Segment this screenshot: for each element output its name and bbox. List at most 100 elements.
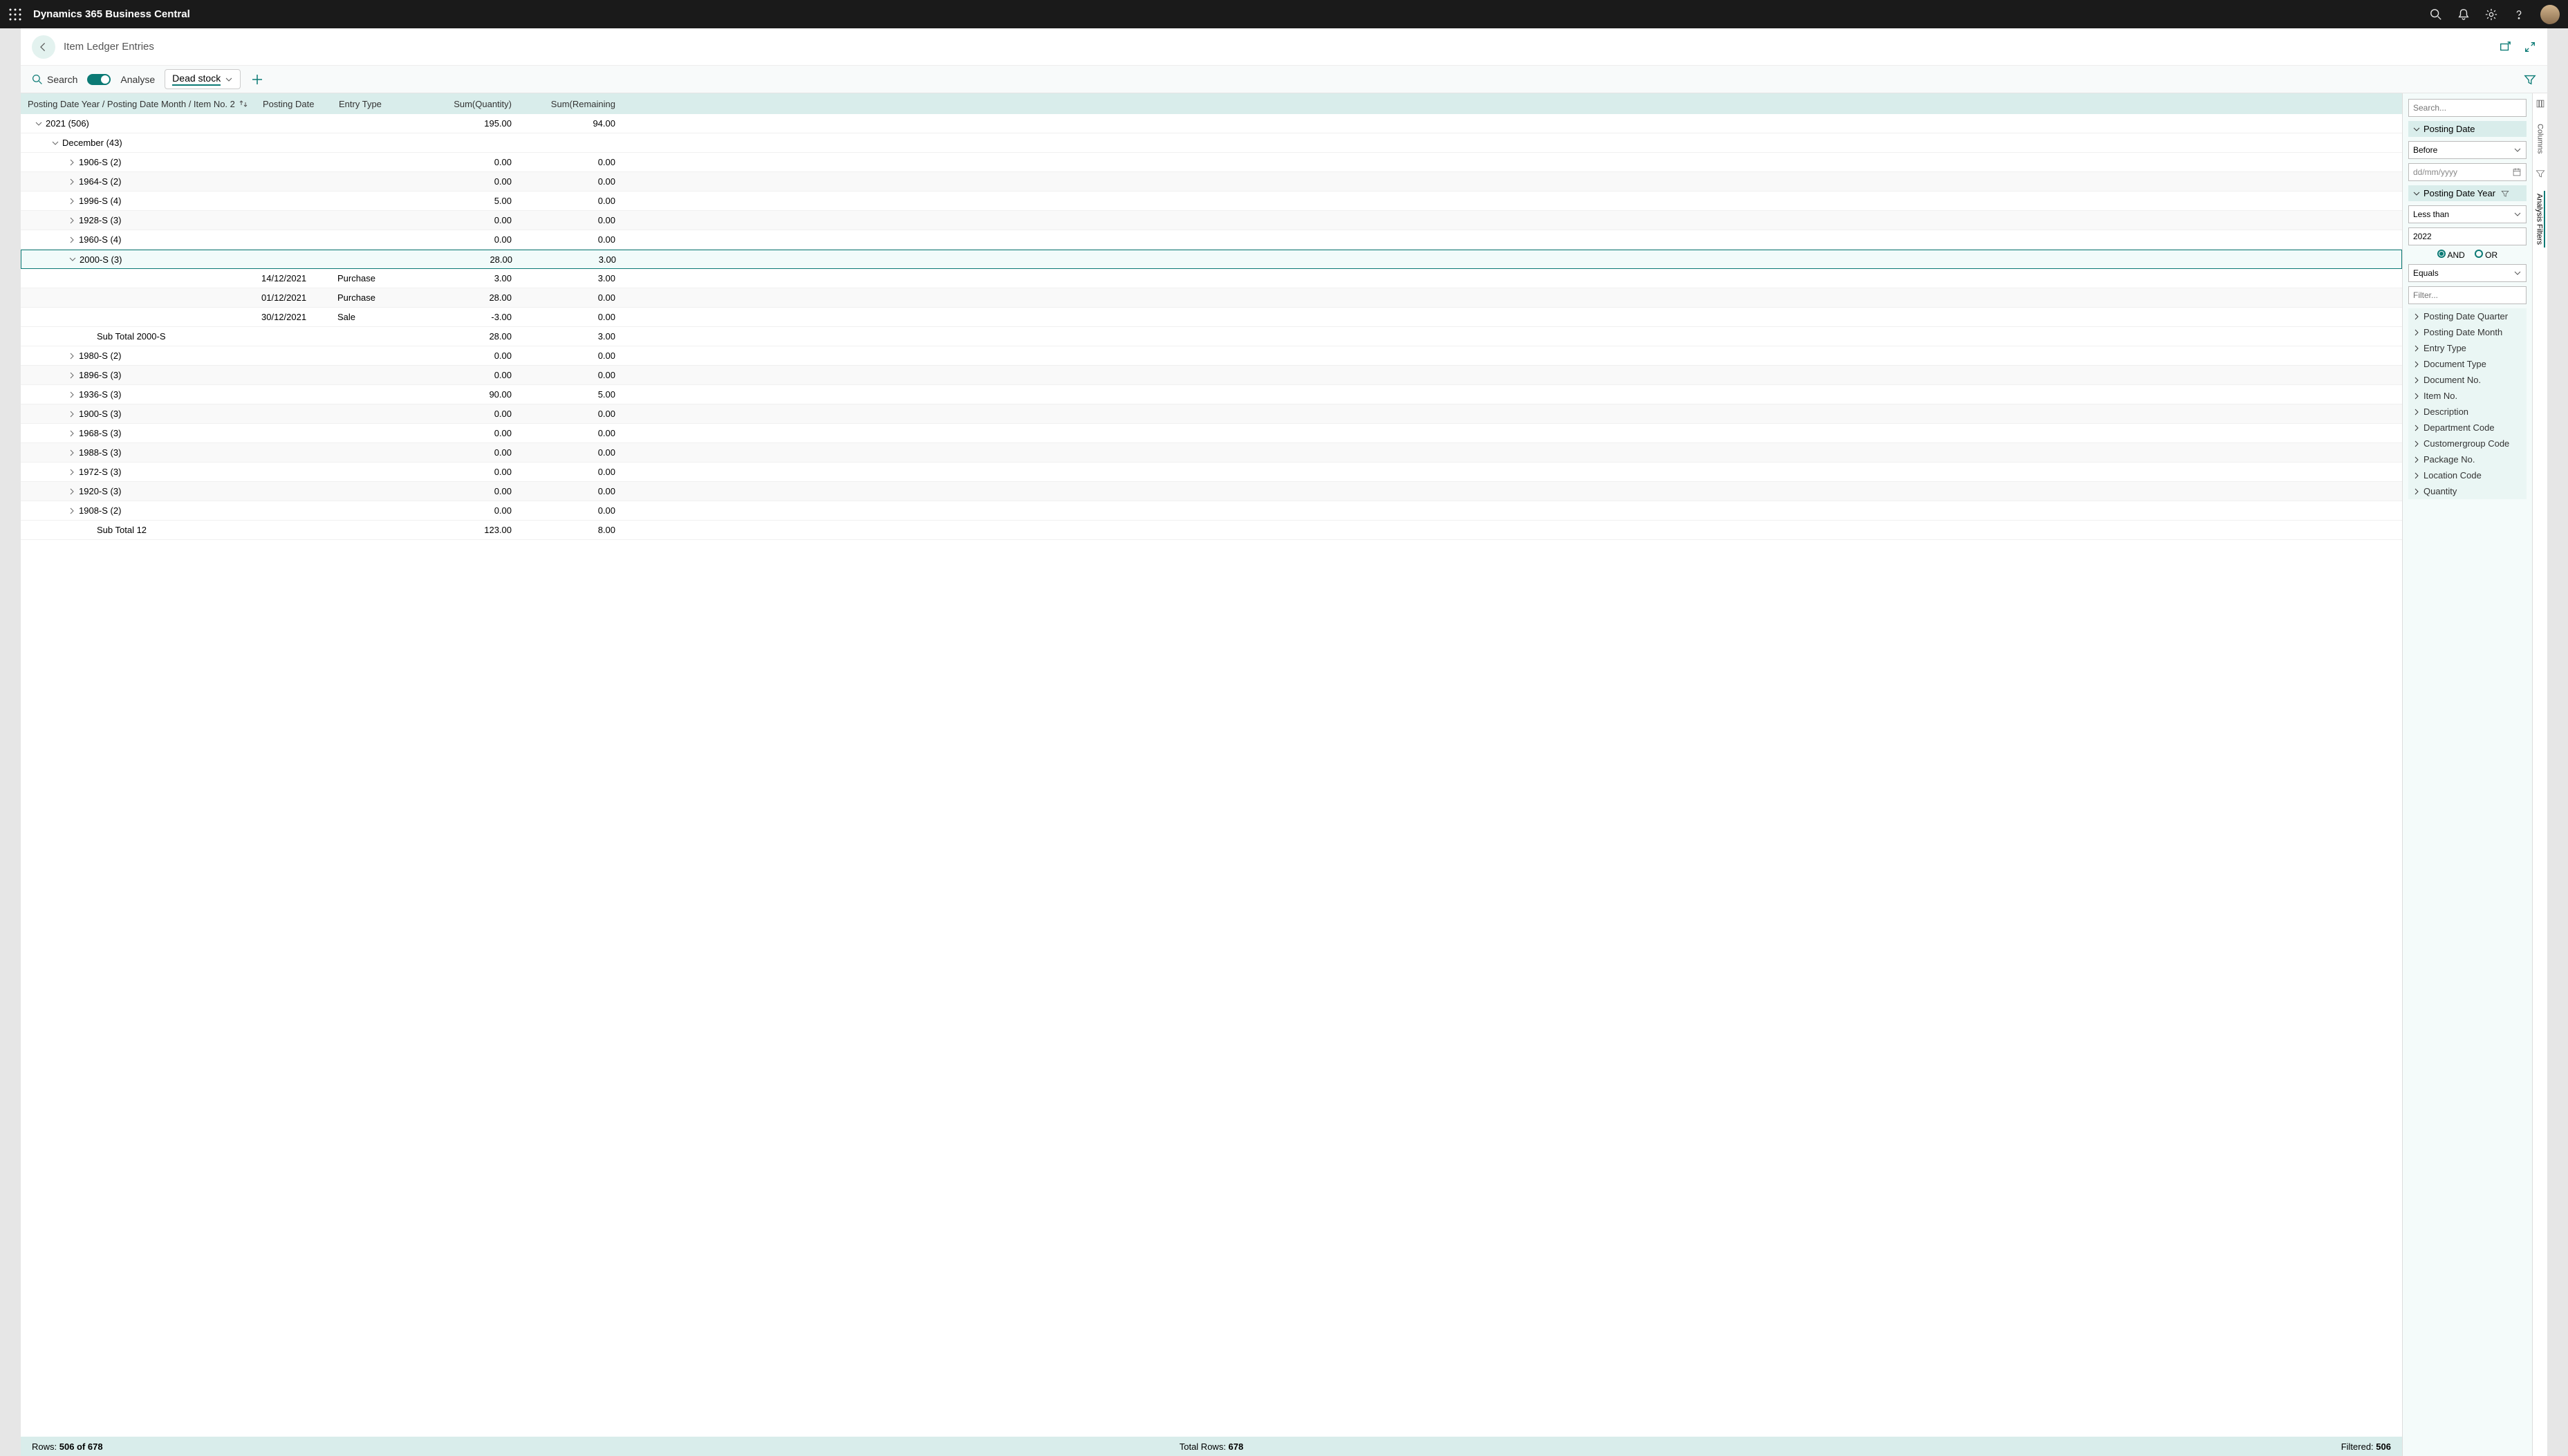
table-row[interactable]: Sub Total 12123.008.00 [21,521,2402,540]
expand-icon[interactable] [68,178,79,186]
status-rows-label: Rows: [32,1441,59,1452]
status-filtered-value: 506 [2376,1441,2391,1452]
help-icon[interactable] [2513,8,2525,21]
filter-section-collapsed[interactable]: Document No. [2408,372,2527,388]
expand-icon[interactable] [68,216,79,225]
filter-section-collapsed[interactable]: Posting Date Quarter [2408,308,2527,324]
filter-section-collapsed[interactable]: Package No. [2408,451,2527,467]
expand-icon[interactable] [68,410,79,418]
table-row[interactable]: 1900-S (3)0.000.00 [21,404,2402,424]
table-row[interactable]: 14/12/2021Purchase3.003.00 [21,269,2402,288]
filter-section-collapsed[interactable]: Customergroup Code [2408,436,2527,451]
table-row[interactable]: 1936-S (3)90.005.00 [21,385,2402,404]
search-icon[interactable] [2430,8,2442,21]
filter-active-icon [2501,189,2509,198]
status-rows-value: 506 of 678 [59,1441,103,1452]
column-header-group[interactable]: Posting Date Year / Posting Date Month /… [21,99,256,109]
table-row[interactable]: 1996-S (4)5.000.00 [21,192,2402,211]
app-title: Dynamics 365 Business Central [33,8,2430,20]
table-row[interactable]: 1908-S (2)0.000.00 [21,501,2402,521]
vtab-analysis-filters[interactable]: Analysis Filters [2536,191,2545,248]
filter-section-collapsed[interactable]: Item No. [2408,388,2527,404]
open-new-window-icon[interactable] [2499,41,2511,53]
collapse-icon[interactable] [2524,41,2536,53]
notifications-icon[interactable] [2457,8,2470,21]
expand-icon[interactable] [68,352,79,360]
search-label: Search [47,74,77,85]
expand-icon[interactable] [68,158,79,167]
table-row[interactable]: 1964-S (2)0.000.00 [21,172,2402,192]
expand-icon[interactable] [68,197,79,205]
status-total-value: 678 [1229,1441,1244,1452]
expand-icon[interactable] [68,236,79,244]
settings-icon[interactable] [2485,8,2497,21]
table-row[interactable]: 30/12/2021Sale-3.000.00 [21,308,2402,327]
add-tab-button[interactable] [250,73,264,86]
sort-icon[interactable] [239,100,248,108]
analyse-toggle[interactable] [87,74,111,85]
table-row[interactable]: 1988-S (3)0.000.00 [21,443,2402,463]
expand-icon[interactable] [68,371,79,380]
column-header-entry-type[interactable]: Entry Type [332,99,415,109]
table-row[interactable]: 2000-S (3)28.003.00 [21,250,2402,269]
expand-icon[interactable] [68,429,79,438]
filter-date-input[interactable]: dd/mm/yyyy [2408,163,2527,181]
table-row[interactable]: December (43) [21,133,2402,153]
table-row[interactable]: 1920-S (3)0.000.00 [21,482,2402,501]
status-total-label: Total Rows: [1180,1441,1229,1452]
table-row[interactable]: 1928-S (3)0.000.00 [21,211,2402,230]
table-row[interactable]: 1980-S (2)0.000.00 [21,346,2402,366]
table-row[interactable]: 1896-S (3)0.000.00 [21,366,2402,385]
table-row[interactable]: 1906-S (2)0.000.00 [21,153,2402,172]
filter-section-posting-date-year[interactable]: Posting Date Year [2408,185,2527,201]
search-button[interactable]: Search [32,74,77,85]
expand-icon[interactable] [68,507,79,515]
column-header-quantity[interactable]: Sum(Quantity) [415,99,519,109]
table-row[interactable]: 1972-S (3)0.000.00 [21,463,2402,482]
filter-section-collapsed[interactable]: Description [2408,404,2527,420]
filter-year-input[interactable] [2408,227,2527,245]
filter-logic-or[interactable]: OR [2475,250,2497,260]
columns-icon[interactable] [2536,99,2545,109]
table-row[interactable]: 1960-S (4)0.000.00 [21,230,2402,250]
filter-section-collapsed[interactable]: Department Code [2408,420,2527,436]
analysis-tab[interactable]: Dead stock [165,69,241,89]
filters-icon[interactable] [2536,169,2545,178]
filter-operator-less-than[interactable]: Less than [2408,205,2527,223]
filter-section-collapsed[interactable]: Entry Type [2408,340,2527,356]
app-launcher-icon[interactable] [8,8,22,21]
analyse-label: Analyse [120,74,155,85]
analysis-tab-label: Dead stock [172,73,221,86]
filter-value-input[interactable] [2408,286,2527,304]
filter-icon[interactable] [2524,73,2536,86]
table-row[interactable]: 01/12/2021Purchase28.000.00 [21,288,2402,308]
vtab-columns[interactable]: Columns [2536,121,2544,156]
filter-section-posting-date[interactable]: Posting Date [2408,121,2527,137]
expand-icon[interactable] [68,255,80,263]
table-row[interactable]: 2021 (506)195.0094.00 [21,114,2402,133]
column-header-row: Posting Date Year / Posting Date Month /… [21,93,2402,114]
filter-operator-before[interactable]: Before [2408,141,2527,159]
table-row[interactable]: 1968-S (3)0.000.00 [21,424,2402,443]
filter-section-collapsed[interactable]: Quantity [2408,483,2527,499]
analysis-filters-panel: Posting Date Before dd/mm/yyyy Posting D… [2402,93,2532,1456]
expand-icon[interactable] [51,139,62,147]
column-header-remaining[interactable]: Sum(Remaining [519,99,622,109]
calendar-icon[interactable] [2512,167,2522,177]
expand-icon[interactable] [68,487,79,496]
filter-search-input[interactable] [2408,99,2527,117]
table-row[interactable]: Sub Total 2000-S28.003.00 [21,327,2402,346]
filter-logic-and[interactable]: AND [2437,250,2465,260]
filter-section-collapsed[interactable]: Document Type [2408,356,2527,372]
expand-icon[interactable] [68,449,79,457]
expand-icon[interactable] [35,120,46,128]
filter-section-collapsed[interactable]: Posting Date Month [2408,324,2527,340]
filter-section-collapsed[interactable]: Location Code [2408,467,2527,483]
user-avatar[interactable] [2540,5,2560,24]
column-header-posting-date[interactable]: Posting Date [256,99,332,109]
grid-rows: 2021 (506)195.0094.00December (43)1906-S… [21,114,2402,1437]
back-button[interactable] [32,35,55,59]
filter-operator-equals[interactable]: Equals [2408,264,2527,282]
expand-icon[interactable] [68,391,79,399]
expand-icon[interactable] [68,468,79,476]
